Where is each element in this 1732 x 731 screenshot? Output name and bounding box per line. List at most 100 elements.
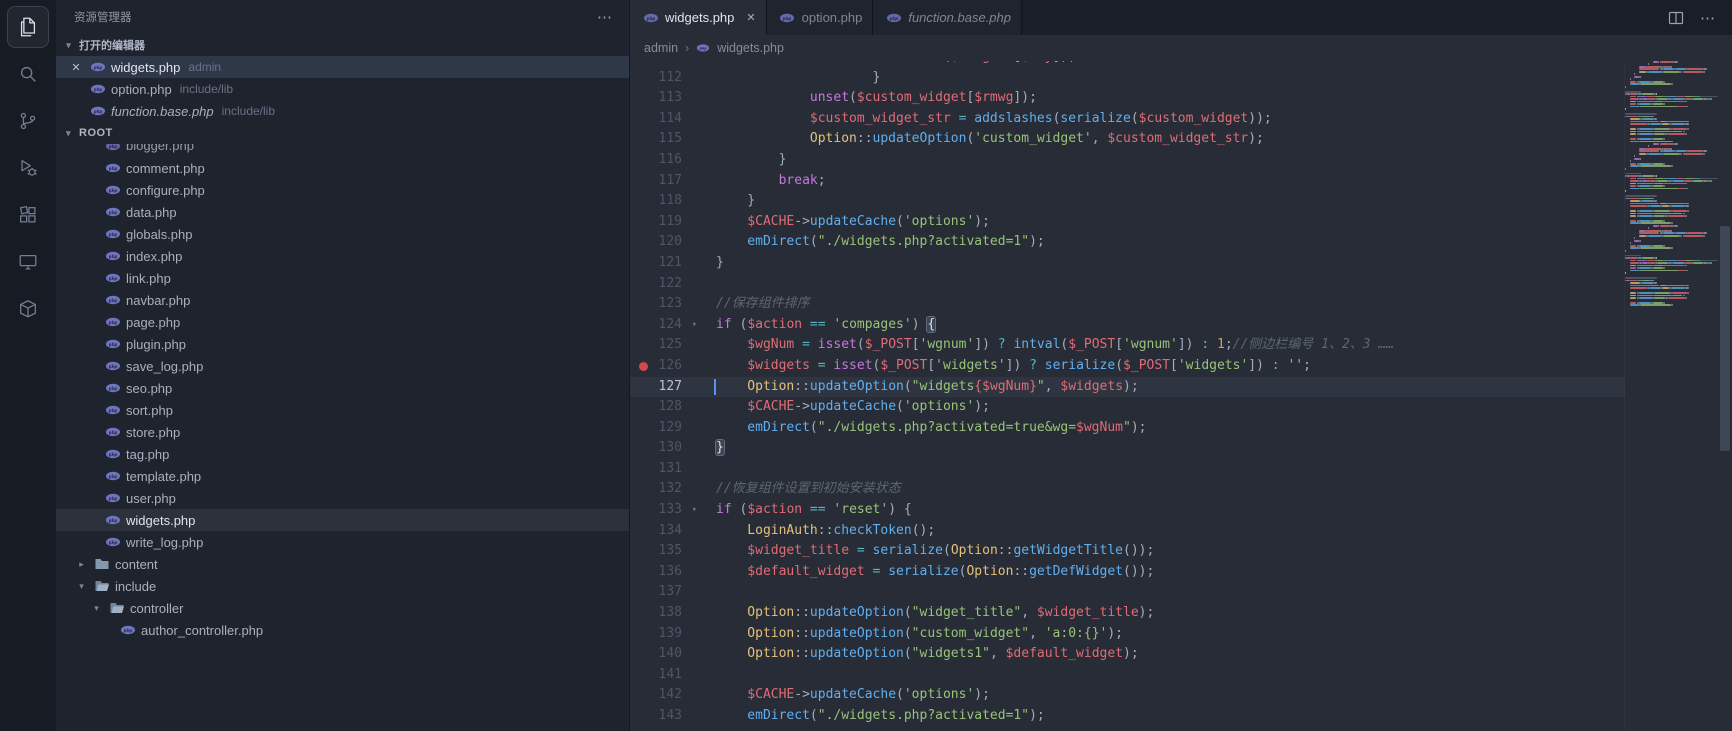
code-line-111[interactable]: 111unset($widgets[$key]); bbox=[630, 61, 1625, 68]
folder-content[interactable]: ▸content bbox=[56, 553, 629, 575]
code-line-126[interactable]: 126$widgets = isset($_POST['widgets']) ?… bbox=[630, 356, 1625, 377]
source-control-icon[interactable] bbox=[7, 100, 49, 142]
code-line-125[interactable]: 125$wgNum = isset($_POST['wgnum']) ? int… bbox=[630, 335, 1625, 356]
line-number-gutter[interactable]: 117 bbox=[630, 171, 700, 192]
code-line-143[interactable]: 143emDirect("./widgets.php?activated=1")… bbox=[630, 706, 1625, 727]
code-line-115[interactable]: 115Option::updateOption('custom_widget',… bbox=[630, 129, 1625, 150]
code-line-121[interactable]: 121} bbox=[630, 253, 1625, 274]
fold-chevron-icon[interactable]: ▾ bbox=[692, 315, 697, 336]
line-number-gutter[interactable]: 130 bbox=[630, 438, 700, 459]
folder-include[interactable]: ▾include bbox=[56, 575, 629, 597]
fold-chevron-icon[interactable]: ▾ bbox=[692, 500, 697, 521]
file-index.php[interactable]: phpindex.php bbox=[56, 245, 629, 267]
code-line-128[interactable]: 128$CACHE->updateCache('options'); bbox=[630, 397, 1625, 418]
line-number-gutter[interactable]: 124▾ bbox=[630, 315, 700, 336]
line-number-gutter[interactable]: 119 bbox=[630, 212, 700, 233]
file-store.php[interactable]: phpstore.php bbox=[56, 421, 629, 443]
code-line-123[interactable]: 123//保存组件排序 bbox=[630, 294, 1625, 315]
file-author_controller.php[interactable]: phpauthor_controller.php bbox=[56, 619, 629, 641]
close-tab-icon[interactable]: ✕ bbox=[746, 11, 755, 24]
line-number-gutter[interactable]: 143 bbox=[630, 706, 700, 727]
open-editor-function.base.php[interactable]: phpfunction.base.phpinclude/lib bbox=[56, 100, 629, 122]
code-line-112[interactable]: 112} bbox=[630, 68, 1625, 89]
file-user.php[interactable]: phpuser.php bbox=[56, 487, 629, 509]
line-number-gutter[interactable]: 129 bbox=[630, 418, 700, 439]
search-icon[interactable] bbox=[7, 53, 49, 95]
code-line-114[interactable]: 114$custom_widget_str = addslashes(seria… bbox=[630, 109, 1625, 130]
line-number-gutter[interactable]: 136 bbox=[630, 562, 700, 583]
file-sort.php[interactable]: phpsort.php bbox=[56, 399, 629, 421]
sidebar-more-actions-icon[interactable]: ⋯ bbox=[597, 8, 613, 26]
code-line-139[interactable]: 139Option::updateOption("custom_widget",… bbox=[630, 624, 1625, 645]
breakpoint-icon[interactable] bbox=[639, 362, 648, 371]
line-number-gutter[interactable]: 113 bbox=[630, 88, 700, 109]
remote-explorer-icon[interactable] bbox=[7, 241, 49, 283]
code-line-131[interactable]: 131 bbox=[630, 459, 1625, 480]
file-template.php[interactable]: phptemplate.php bbox=[56, 465, 629, 487]
file-blogger.php[interactable]: phpblogger.php bbox=[56, 144, 629, 157]
code-line-124[interactable]: 124▾if ($action == 'compages') { bbox=[630, 315, 1625, 336]
file-configure.php[interactable]: phpconfigure.php bbox=[56, 179, 629, 201]
line-number-gutter[interactable]: 142 bbox=[630, 685, 700, 706]
code-line-142[interactable]: 142$CACHE->updateCache('options'); bbox=[630, 685, 1625, 706]
tab-function.base.php[interactable]: phpfunction.base.php bbox=[873, 0, 1022, 35]
file-link.php[interactable]: phplink.php bbox=[56, 267, 629, 289]
line-number-gutter[interactable]: 137 bbox=[630, 582, 700, 603]
line-number-gutter[interactable]: 120 bbox=[630, 232, 700, 253]
package-icon[interactable] bbox=[7, 288, 49, 330]
code-line-122[interactable]: 122 bbox=[630, 274, 1625, 295]
minimap[interactable] bbox=[1624, 61, 1718, 731]
code-line-119[interactable]: 119$CACHE->updateCache('options'); bbox=[630, 212, 1625, 233]
line-number-gutter[interactable]: 126 bbox=[630, 356, 700, 377]
line-number-gutter[interactable]: 133▾ bbox=[630, 500, 700, 521]
editor-more-actions-icon[interactable]: ⋯ bbox=[1700, 9, 1716, 27]
line-number-gutter[interactable]: 114 bbox=[630, 109, 700, 130]
code-line-116[interactable]: 116} bbox=[630, 150, 1625, 171]
file-save_log.php[interactable]: phpsave_log.php bbox=[56, 355, 629, 377]
code-line-130[interactable]: 130} bbox=[630, 438, 1625, 459]
line-number-gutter[interactable]: 115 bbox=[630, 129, 700, 150]
split-editor-icon[interactable] bbox=[1668, 10, 1684, 26]
code-line-117[interactable]: 117break; bbox=[630, 171, 1625, 192]
tab-widgets.php[interactable]: phpwidgets.php✕ bbox=[630, 0, 767, 35]
line-number-gutter[interactable]: 139 bbox=[630, 624, 700, 645]
file-widgets.php[interactable]: phpwidgets.php bbox=[56, 509, 629, 531]
line-number-gutter[interactable]: 140 bbox=[630, 644, 700, 665]
line-number-gutter[interactable]: 138 bbox=[630, 603, 700, 624]
open-editor-option.php[interactable]: phpoption.phpinclude/lib bbox=[56, 78, 629, 100]
breadcrumb-file[interactable]: widgets.php bbox=[717, 41, 784, 55]
code-line-137[interactable]: 137 bbox=[630, 582, 1625, 603]
root-section-header[interactable]: ▾ ROOT bbox=[56, 122, 629, 144]
line-number-gutter[interactable]: 121 bbox=[630, 253, 700, 274]
code-line-133[interactable]: 133▾if ($action == 'reset') { bbox=[630, 500, 1625, 521]
run-debug-icon[interactable] bbox=[7, 147, 49, 189]
close-editor-icon[interactable]: ✕ bbox=[68, 61, 84, 74]
line-number-gutter[interactable]: 131 bbox=[630, 459, 700, 480]
line-number-gutter[interactable]: 141 bbox=[630, 665, 700, 686]
file-navbar.php[interactable]: phpnavbar.php bbox=[56, 289, 629, 311]
explorer-icon[interactable] bbox=[7, 6, 49, 48]
breadcrumb-folder[interactable]: admin bbox=[644, 41, 678, 55]
code-line-138[interactable]: 138Option::updateOption("widget_title", … bbox=[630, 603, 1625, 624]
line-number-gutter[interactable]: 125 bbox=[630, 335, 700, 356]
line-number-gutter[interactable]: 122 bbox=[630, 274, 700, 295]
file-seo.php[interactable]: phpseo.php bbox=[56, 377, 629, 399]
line-number-gutter[interactable]: 111 bbox=[630, 61, 700, 68]
code-line-127[interactable]: 127Option::updateOption("widgets{$wgNum}… bbox=[630, 377, 1625, 398]
open-editor-widgets.php[interactable]: ✕phpwidgets.phpadmin bbox=[56, 56, 629, 78]
vertical-scrollbar[interactable] bbox=[1718, 61, 1732, 731]
scrollbar-thumb[interactable] bbox=[1720, 226, 1730, 451]
file-tag.php[interactable]: phptag.php bbox=[56, 443, 629, 465]
file-write_log.php[interactable]: phpwrite_log.php bbox=[56, 531, 629, 553]
line-number-gutter[interactable]: 123 bbox=[630, 294, 700, 315]
code-line-136[interactable]: 136$default_widget = serialize(Option::g… bbox=[630, 562, 1625, 583]
code-line-140[interactable]: 140Option::updateOption("widgets1", $def… bbox=[630, 644, 1625, 665]
code-line-120[interactable]: 120emDirect("./widgets.php?activated=1")… bbox=[630, 232, 1625, 253]
folder-controller[interactable]: ▾controller bbox=[56, 597, 629, 619]
code-line-134[interactable]: 134LoginAuth::checkToken(); bbox=[630, 521, 1625, 542]
file-page.php[interactable]: phppage.php bbox=[56, 311, 629, 333]
line-number-gutter[interactable]: 127 bbox=[630, 377, 700, 398]
code-line-118[interactable]: 118} bbox=[630, 191, 1625, 212]
tab-option.php[interactable]: phpoption.php bbox=[767, 0, 874, 35]
code-line-141[interactable]: 141 bbox=[630, 665, 1625, 686]
